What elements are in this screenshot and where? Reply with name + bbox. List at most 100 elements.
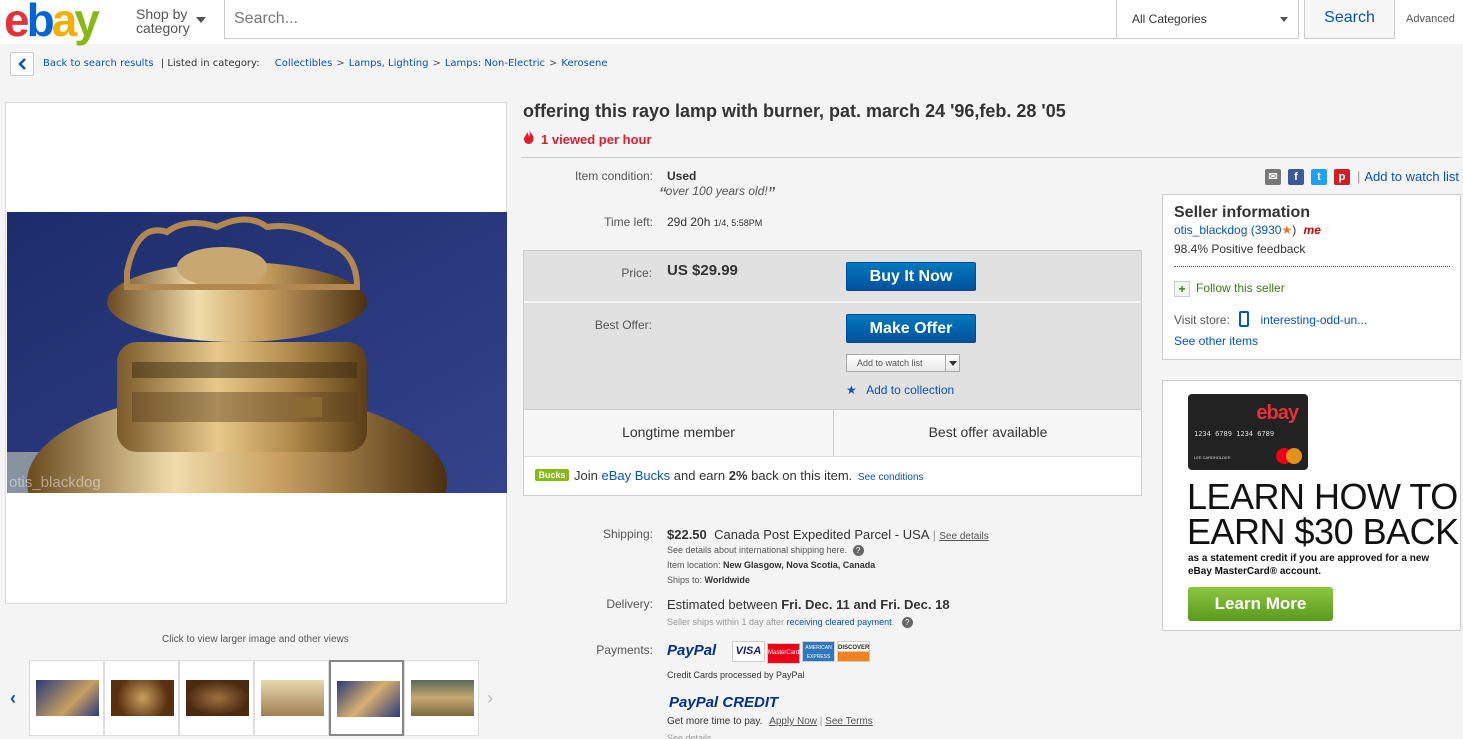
click-view-hint: Click to view larger image and other vie… (162, 634, 349, 645)
thumb-prev-icon[interactable]: ‹ (10, 688, 16, 709)
back-to-results-link[interactable]: Back to search results (43, 58, 154, 69)
chevron-left-icon (18, 58, 26, 70)
thumbnail[interactable] (104, 660, 179, 736)
dropdown-arrow-icon (1280, 17, 1288, 22)
divider (521, 157, 1461, 158)
bucks-earn: and earn (673, 468, 726, 483)
thumb-next-icon[interactable]: › (487, 688, 493, 709)
ships-within-period: . (891, 617, 895, 627)
follow-seller-button[interactable]: + Follow this seller (1174, 281, 1285, 297)
ships-within: Seller ships within 1 day after receivin… (667, 617, 913, 628)
thumbnail[interactable] (404, 660, 479, 736)
paypal-credit-text: Get more time to pay. (667, 716, 763, 727)
breadcrumb-sep: > (336, 58, 345, 69)
chevron-down-icon[interactable] (945, 355, 959, 371)
thumbnail[interactable] (254, 660, 329, 736)
paypal-credit-sep: | (819, 716, 823, 727)
shop-by-category-button[interactable]: Shop by category (136, 7, 190, 35)
time-left: 29d 20h 1/4, 5:58PM (667, 215, 762, 229)
thumbnail[interactable] (179, 660, 254, 736)
cleared-payment-link[interactable]: receiving cleared payment (787, 617, 892, 627)
category-select-value: All Categories (1132, 12, 1207, 26)
facebook-icon[interactable]: f (1288, 169, 1304, 185)
ships-within-text: Seller ships within 1 day after (667, 617, 785, 627)
seller-score-close: ) (1292, 223, 1297, 237)
me-badge-icon[interactable]: me (1304, 223, 1321, 237)
category-select[interactable]: All Categories (1116, 0, 1299, 39)
buy-it-now-button[interactable]: Buy It Now (846, 262, 976, 291)
badge-longtime-member: Longtime member (622, 424, 735, 440)
best-offer-label: Best Offer: (594, 318, 652, 332)
learn-more-button[interactable]: Learn More (1188, 587, 1333, 621)
seller-score-link[interactable]: (3930 (1251, 223, 1282, 237)
add-to-collection-link[interactable]: Add to collection (866, 383, 954, 397)
quote-open: “ (659, 184, 666, 206)
visit-store-label: Visit store: (1174, 313, 1230, 327)
search-button[interactable]: Search (1304, 0, 1395, 39)
store-link[interactable]: interesting-odd-un... (1261, 313, 1368, 327)
main-item-photo[interactable]: otis_blackdog (7, 212, 507, 493)
delivery-dates: Fri. Dec. 11 and Fri. Dec. 18 (781, 597, 950, 612)
see-terms-link[interactable]: See Terms (825, 716, 873, 727)
badge-best-offer: Best offer available (833, 410, 1142, 456)
shipping-divider: | (932, 528, 936, 542)
thumbnail-selected[interactable] (329, 660, 404, 736)
mastercard-ad[interactable]: ebay 1234 6789 1234 6789 LEE CARDHOLDER … (1162, 380, 1461, 631)
views-text: 1 viewed per hour (541, 132, 652, 147)
seller-info-heading: Seller information (1174, 204, 1311, 221)
add-to-collection[interactable]: ★ Add to collection (846, 383, 954, 397)
apply-now-link[interactable]: Apply Now (769, 716, 817, 727)
amex-icon: AMERICAN EXPRESS (802, 641, 835, 662)
delivery-estimate: Estimated between Fri. Dec. 11 and Fri. … (667, 597, 950, 612)
seller-line: otis_blackdog (3930★) me (1174, 223, 1321, 237)
card-ebay-logo: ebay (1256, 402, 1299, 424)
add-to-watch-list-link[interactable]: Add to watch list (1364, 169, 1459, 184)
search-placeholder: Search... (234, 10, 299, 27)
twitter-icon[interactable]: t (1311, 169, 1327, 185)
thumbnail[interactable] (29, 660, 104, 736)
purchase-box: Price: US $29.99 Buy It Now Best Offer: … (523, 250, 1142, 410)
delivery-label: Delivery: (606, 597, 653, 611)
seller-info-panel: Seller information otis_blackdog (3930★)… (1162, 194, 1461, 360)
star-icon: ★ (846, 383, 857, 397)
help-icon[interactable]: ? (901, 617, 913, 628)
price-value: US $29.99 (667, 262, 738, 279)
store-icon (1239, 311, 1250, 327)
views-indicator: 1 viewed per hour (523, 130, 652, 147)
divider (1174, 266, 1450, 267)
card-logos: VISA MasterCardAMERICAN EXPRESSDISCOVER (732, 641, 870, 664)
payment-see-details[interactable]: See details (667, 733, 712, 739)
watch-list-header: | Add to watch list (1357, 169, 1459, 184)
seller-badges: Longtime member Best offer available (523, 410, 1142, 457)
credit-card-image: ebay 1234 6789 1234 6789 LEE CARDHOLDER (1188, 394, 1308, 470)
discover-icon: DISCOVER (837, 641, 870, 662)
fire-icon (524, 130, 534, 144)
condition-note: “over 100 years old!” (659, 184, 774, 207)
search-input[interactable]: Search... (224, 0, 1117, 39)
breadcrumb-lamps-non-electric[interactable]: Lamps: Non-Electric (445, 58, 545, 69)
shipping-see-details-link[interactable]: See details (939, 531, 988, 542)
ships-to-label: Ships to: (667, 575, 703, 585)
breadcrumb-kerosene[interactable]: Kerosene (561, 58, 607, 69)
bucks-back: back on this item. (751, 468, 853, 483)
chevron-down-icon[interactable] (196, 17, 206, 23)
shipping-line: $22.50 Canada Post Expedited Parcel - US… (667, 527, 989, 542)
visit-store: Visit store: interesting-odd-un... (1174, 311, 1367, 327)
ebay-logo[interactable]: ebay (4, 0, 100, 43)
email-icon[interactable]: ✉ (1265, 169, 1281, 185)
shop-by-line2: category (136, 20, 190, 36)
help-icon[interactable]: ? (852, 545, 864, 556)
see-other-items-link[interactable]: See other items (1174, 334, 1258, 348)
ebay-bucks-link[interactable]: eBay Bucks (601, 468, 670, 483)
make-offer-button[interactable]: Make Offer (846, 314, 976, 343)
see-conditions-link[interactable]: See conditions (858, 472, 924, 483)
paypal-logo: PayPal (667, 642, 717, 659)
add-to-watch-list-button[interactable]: Add to watch list (846, 354, 960, 372)
seller-name-link[interactable]: otis_blackdog (1174, 223, 1247, 237)
breadcrumb-collectibles[interactable]: Collectibles (275, 58, 333, 69)
back-button[interactable] (10, 52, 34, 76)
pinterest-icon[interactable]: p (1334, 169, 1350, 185)
advanced-search-link[interactable]: Advanced (1406, 13, 1455, 25)
breadcrumb: Back to search results | Listed in categ… (43, 58, 607, 69)
breadcrumb-lamps-lighting[interactable]: Lamps, Lighting (349, 58, 429, 69)
